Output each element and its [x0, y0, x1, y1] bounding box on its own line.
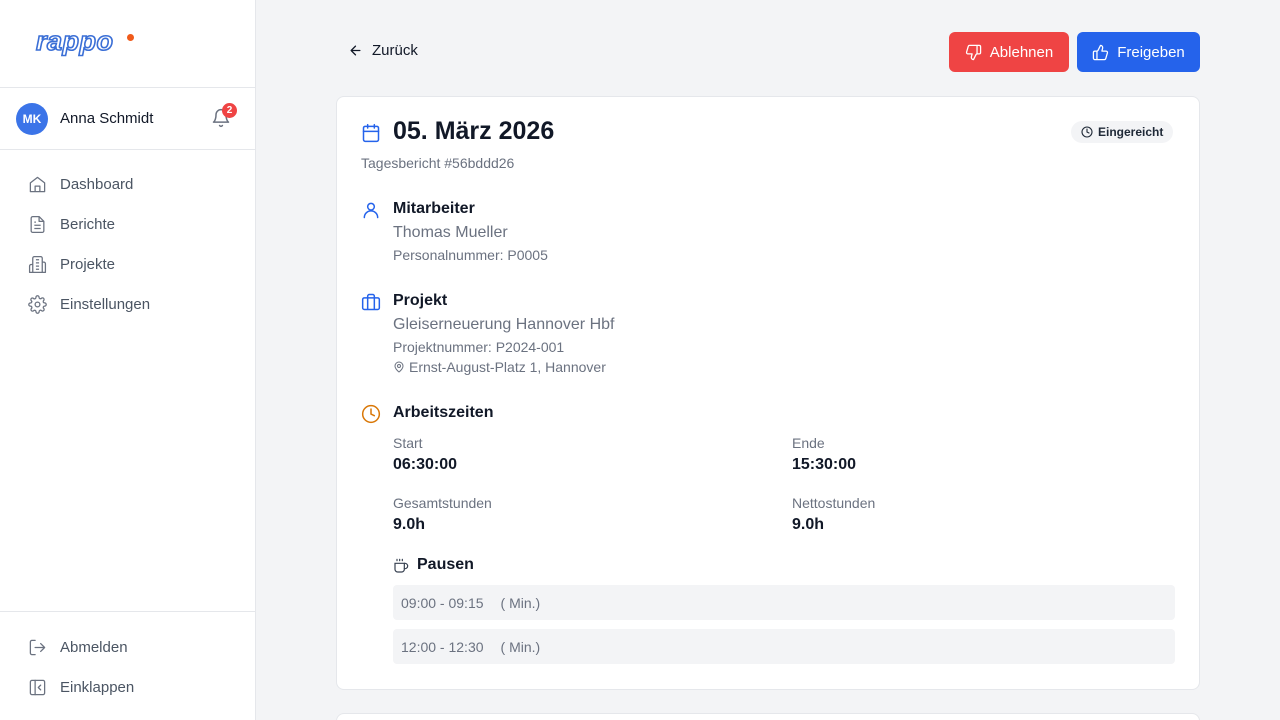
coffee-icon — [394, 558, 409, 573]
project-number: Projektnummer: P2024-001 — [393, 339, 565, 355]
end-label: Ende — [792, 435, 825, 451]
reject-label: Ablehnen — [989, 43, 1054, 61]
end-value: 15:30:00 — [792, 456, 857, 473]
sidebar-item-label: Projekte — [60, 255, 116, 273]
map-pin-icon — [394, 361, 404, 373]
document-icon — [30, 215, 45, 233]
back-label: Zurück — [372, 42, 418, 59]
project-address: Ernst-August-Platz 1, Hannover — [393, 359, 606, 375]
user-row: MK Anna Schmidt 2 — [0, 88, 255, 150]
sidebar-item-label: Berichte — [60, 215, 116, 233]
logout-button[interactable]: Abmelden — [0, 627, 255, 667]
pause-row: 09:00 - 09:15 ( Min.) — [393, 585, 1175, 620]
employee-id: Personalnummer: P0005 — [393, 247, 548, 263]
start-value: 06:30:00 — [393, 456, 458, 473]
calendar-icon — [362, 123, 380, 143]
employee-name: Thomas Mueller — [393, 224, 508, 241]
main-nav: Dashboard Berichte Projekte Einstellunge… — [0, 150, 255, 324]
avatar[interactable]: MK — [16, 102, 48, 135]
reject-button[interactable]: Ablehnen — [949, 32, 1069, 72]
user-icon — [363, 202, 379, 219]
collapse-button[interactable]: Einklappen — [0, 667, 255, 707]
status-label: Eingereicht — [1098, 125, 1164, 139]
sidebar-item-berichte[interactable]: Berichte — [0, 204, 255, 244]
start-label: Start — [393, 435, 423, 451]
clock-icon — [361, 404, 381, 424]
sidebar-item-label: Einstellungen — [60, 295, 151, 313]
thumbs-up-icon — [1092, 44, 1109, 60]
approve-label: Freigeben — [1117, 43, 1185, 61]
report-card: 05. März 2026 Tagesbericht #56bddd26 Ein… — [336, 96, 1200, 690]
approve-button[interactable]: Freigeben — [1077, 32, 1200, 72]
pause-range: 09:00 - 09:15 — [401, 594, 484, 611]
report-subtitle: Tagesbericht #56bddd26 — [361, 155, 515, 171]
arrow-left-icon — [350, 45, 361, 56]
pause-range: 12:00 - 12:30 — [401, 638, 484, 655]
pause-row: 12:00 - 12:30 ( Min.) — [393, 629, 1175, 664]
pause-duration: ( Min.) — [500, 594, 541, 611]
user-name: Anna Schmidt — [60, 110, 154, 127]
notification-badge: 2 — [222, 103, 237, 118]
pause-duration: ( Min.) — [500, 638, 541, 655]
pauses-section-title: Pausen — [417, 556, 474, 573]
back-link[interactable]: Zurück — [348, 42, 418, 59]
home-icon — [29, 176, 46, 192]
total-hours-value: 9.0h — [393, 516, 426, 533]
logout-icon — [29, 639, 46, 655]
employee-section-title: Mitarbeiter — [393, 200, 475, 217]
project-name: Gleiserneuerung Hannover Hbf — [393, 316, 615, 333]
collapse-label: Einklappen — [60, 678, 135, 696]
project-section-title: Projekt — [393, 292, 448, 309]
net-hours-value: 9.0h — [792, 516, 825, 533]
sidebar: rappo MK Anna Schmidt 2 Dashboard Berich… — [0, 0, 256, 720]
brand-logo[interactable]: rappo — [35, 25, 114, 57]
clock-icon — [1081, 126, 1093, 138]
sidebar-item-projekte[interactable]: Projekte — [0, 244, 255, 284]
gear-icon — [28, 294, 47, 314]
brand-logo-dot — [127, 34, 134, 41]
sidebar-item-dashboard[interactable]: Dashboard — [0, 164, 255, 204]
total-hours-label: Gesamtstunden — [393, 495, 492, 511]
logout-label: Abmelden — [60, 638, 128, 656]
building-icon — [28, 255, 47, 273]
collapse-icon — [29, 679, 46, 695]
thumbs-down-icon — [965, 44, 982, 60]
report-date: 05. März 2026 — [393, 117, 555, 145]
secondary-card — [336, 713, 1200, 720]
sidebar-item-einstellungen[interactable]: Einstellungen — [0, 284, 255, 324]
briefcase-icon — [361, 293, 381, 311]
times-section-title: Arbeitszeiten — [393, 404, 494, 421]
net-hours-label: Nettostunden — [792, 495, 876, 511]
sidebar-item-label: Dashboard — [60, 175, 134, 193]
project-address-text: Ernst-August-Platz 1, Hannover — [409, 359, 606, 375]
status-badge: Eingereicht — [1071, 121, 1174, 143]
logo-area: rappo — [0, 0, 255, 88]
sidebar-bottom: Abmelden Einklappen — [0, 611, 255, 707]
